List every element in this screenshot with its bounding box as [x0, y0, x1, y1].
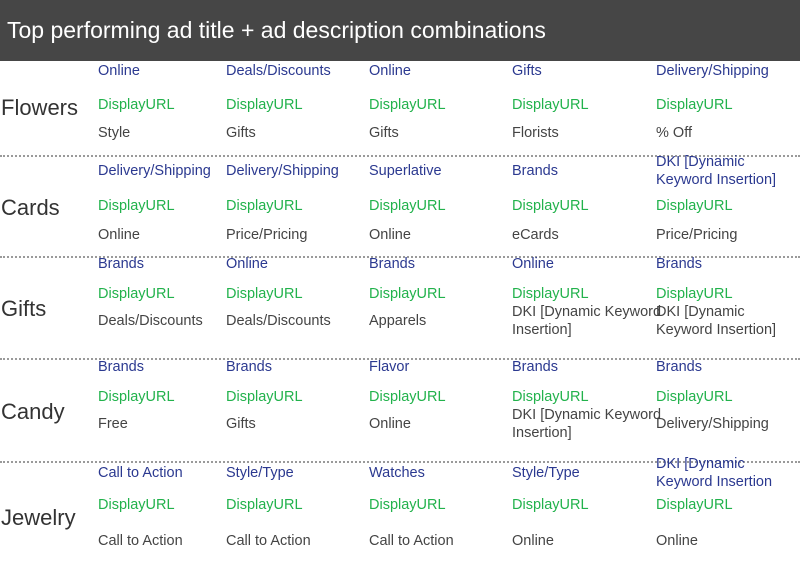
- ad-description: Gifts: [369, 125, 399, 141]
- display-url: DisplayURL: [512, 389, 589, 405]
- display-url: DisplayURL: [226, 286, 303, 302]
- ad-description: Call to Action: [369, 533, 454, 549]
- ad-title: DKI [Dynamic Keyword Insertion: [656, 456, 773, 490]
- display-url: DisplayURL: [369, 97, 446, 113]
- ad-title: Delivery/Shipping: [656, 63, 769, 79]
- category-label-jewelry: Jewelry: [1, 505, 76, 530]
- display-url: DisplayURL: [512, 286, 589, 302]
- ad-title: Brands: [656, 256, 702, 272]
- display-url: DisplayURL: [656, 97, 733, 113]
- ad-description: Gifts: [226, 416, 256, 432]
- ad-title: Watches: [369, 465, 425, 481]
- display-url: DisplayURL: [656, 198, 733, 214]
- ad-title: Brands: [369, 256, 415, 272]
- ad-description: Online: [369, 227, 411, 243]
- category-label-cards: Cards: [1, 195, 60, 220]
- ad-title: Brands: [656, 359, 702, 375]
- display-url: DisplayURL: [226, 198, 303, 214]
- ad-title: Online: [369, 63, 411, 79]
- ad-description: DKI [Dynamic Keyword Insertion]: [656, 304, 777, 338]
- ad-title: Flavor: [369, 359, 410, 375]
- display-url: DisplayURL: [512, 198, 589, 214]
- ad-description: Gifts: [226, 125, 256, 141]
- ad-description: Online: [656, 533, 698, 549]
- ad-description: Price/Pricing: [226, 227, 308, 243]
- ad-title: Brands: [512, 163, 558, 179]
- display-url: DisplayURL: [656, 286, 733, 302]
- ad-description: DKI [Dynamic Keyword Insertion]: [512, 407, 662, 441]
- display-url: DisplayURL: [226, 497, 303, 513]
- ad-title: Style/Type: [226, 465, 294, 481]
- ad-description: Apparels: [369, 313, 427, 329]
- page-title: Top performing ad title + ad description…: [0, 0, 800, 61]
- ad-title: Style/Type: [512, 465, 580, 481]
- display-url: DisplayURL: [226, 97, 303, 113]
- category-label-flowers: Flowers: [1, 95, 79, 120]
- display-url: DisplayURL: [226, 389, 303, 405]
- ad-description: Deals/Discounts: [226, 313, 331, 329]
- display-url: DisplayURL: [369, 389, 446, 405]
- ad-description: Online: [369, 416, 411, 432]
- ad-description: Price/Pricing: [656, 227, 738, 243]
- ad-title: DKI [Dynamic Keyword Insertion]: [656, 154, 777, 188]
- display-url: DisplayURL: [369, 286, 446, 302]
- ad-title: Superlative: [369, 163, 442, 179]
- display-url: DisplayURL: [369, 198, 446, 214]
- ad-description: eCards: [512, 227, 559, 243]
- ad-title: Online: [512, 256, 554, 272]
- display-url: DisplayURL: [656, 497, 733, 513]
- ad-title: Brands: [226, 359, 272, 375]
- display-url: DisplayURL: [656, 389, 733, 405]
- category-label-candy: Candy: [1, 399, 65, 424]
- ad-title: Brands: [512, 359, 558, 375]
- ad-description: Online: [512, 533, 554, 549]
- display-url: DisplayURL: [512, 497, 589, 513]
- category-label-gifts: Gifts: [1, 296, 47, 321]
- ad-title: Gifts: [512, 63, 542, 79]
- ad-description: Delivery/Shipping: [656, 416, 769, 432]
- display-url: DisplayURL: [512, 97, 589, 113]
- ad-description: % Off: [656, 125, 692, 141]
- display-url: DisplayURL: [369, 497, 446, 513]
- ad-title: Deals/Discounts: [226, 63, 331, 79]
- ad-description: Call to Action: [226, 533, 311, 549]
- ad-title: Delivery/Shipping: [226, 163, 339, 179]
- ad-description: Florists: [512, 125, 559, 141]
- ad-title: Online: [226, 256, 268, 272]
- ad-description: DKI [Dynamic Keyword Insertion]: [512, 304, 662, 338]
